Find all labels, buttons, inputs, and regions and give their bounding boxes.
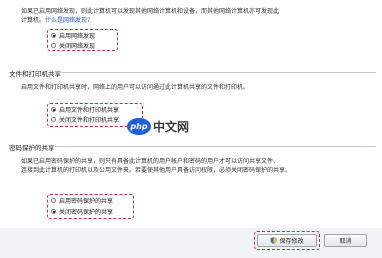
password-sharing-on-radio[interactable] [51, 198, 56, 203]
network-discovery-description: 如果已启用网络发现，则此计算机可以发现其他网络计算机和设备，而其他网络计算机亦可… [21, 8, 280, 15]
file-printer-sharing-on-label: 启用文件和打印机共享 [59, 107, 120, 114]
cancel-label: 取消 [339, 238, 352, 245]
network-discovery-on-option[interactable]: 启用网络发现 [51, 31, 95, 40]
file-printer-sharing-on-radio[interactable] [51, 107, 56, 112]
file-printer-sharing-on-option[interactable]: 启用文件和打印机共享 [51, 105, 119, 114]
save-changes-button[interactable]: 保存修改 [257, 234, 317, 247]
network-discovery-on-radio[interactable] [51, 33, 56, 38]
save-changes-label: 保存修改 [279, 238, 304, 245]
password-sharing-header: 密码保护的共享 [9, 144, 55, 152]
php-logo-icon: php [127, 118, 151, 135]
password-sharing-on-option[interactable]: 启用密码保护的共享 [51, 196, 113, 205]
password-sharing-on-label: 启用密码保护的共享 [59, 198, 114, 205]
file-printer-sharing-off-option[interactable]: 关闭文件和打印机共享 [51, 115, 119, 124]
network-discovery-help-link[interactable]: 什么是网络发现? [45, 17, 90, 24]
password-sharing-off-radio[interactable] [51, 209, 56, 214]
watermark-logo: php 中文网 [127, 118, 189, 135]
password-sharing-description: 如果已启用密码保护的共享，则只有具备此计算机的用户帐户和密码的用户才可以访问共享… [21, 158, 280, 165]
file-printer-sharing-off-radio[interactable] [51, 117, 56, 122]
section-divider [59, 72, 376, 73]
password-sharing-off-option[interactable]: 关闭密码保护的共享 [51, 207, 113, 216]
network-discovery-description-cont: 计算机。什么是网络发现? [21, 17, 90, 25]
network-discovery-on-label: 启用网络发现 [59, 33, 96, 40]
file-printer-sharing-off-label: 关闭文件和打印机共享 [59, 117, 120, 124]
section-divider [55, 146, 376, 147]
network-discovery-off-radio[interactable] [51, 43, 56, 48]
password-sharing-off-label: 关闭密码保护的共享 [59, 209, 114, 216]
watermark-text: 中文网 [153, 120, 190, 134]
file-printer-sharing-description: 启用文件和打印机共享时，网络上的用户可以访问通过此计算机共享的文件和打印机。 [21, 84, 250, 91]
cancel-button[interactable]: 取消 [324, 234, 367, 247]
network-discovery-description-line2: 计算机。 [21, 17, 46, 24]
network-discovery-off-option[interactable]: 关闭网络发现 [51, 41, 95, 50]
file-printer-sharing-header: 文件和打印机共享 [9, 70, 61, 78]
shield-icon [270, 237, 277, 244]
network-discovery-off-label: 关闭网络发现 [59, 43, 96, 50]
password-sharing-description-line2: 连接到此计算机的打印机以及公用文件夹。若要使其他用户具备访问权限，必须关闭密码保… [21, 167, 292, 174]
